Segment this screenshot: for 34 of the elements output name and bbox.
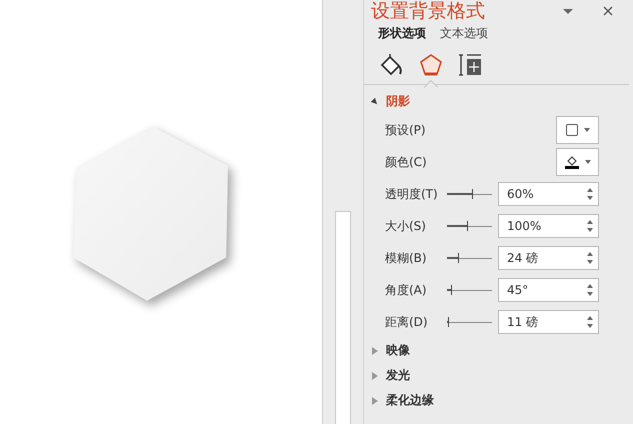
spin-field[interactable]: 60%: [498, 182, 599, 206]
spin-arrows-icon[interactable]: [586, 250, 594, 266]
field-label: 预设(P): [385, 122, 427, 138]
close-icon[interactable]: [603, 6, 613, 16]
panel-title: 设置背景格式: [371, 0, 486, 22]
field-label: 大小(S): [385, 218, 427, 234]
option-tab[interactable]: 形状选项: [378, 25, 426, 42]
spin-arrows-icon[interactable]: [586, 314, 594, 330]
spin-field[interactable]: 45°: [498, 278, 599, 302]
paint-bucket-icon[interactable]: [378, 52, 404, 78]
expand-arrow-icon[interactable]: [370, 97, 380, 106]
spin-field[interactable]: 24 磅: [498, 246, 599, 270]
caret-icon[interactable]: [563, 8, 573, 14]
spin-arrows-icon[interactable]: [586, 282, 594, 298]
color-dropdown[interactable]: [556, 148, 599, 176]
spin-arrows-icon[interactable]: [586, 186, 594, 202]
pentagon-icon[interactable]: [418, 52, 444, 78]
section-title[interactable]: 阴影: [386, 93, 410, 110]
size-position-icon[interactable]: [458, 52, 484, 78]
section-title[interactable]: 柔化边缘: [386, 392, 434, 409]
field-label: 模糊(B): [385, 250, 428, 266]
field-label: 角度(A): [385, 282, 428, 298]
paint-bucket-icon: [566, 156, 578, 166]
option-tab[interactable]: 文本选项: [440, 25, 488, 42]
spin-field[interactable]: 100%: [498, 214, 599, 238]
scrollbar[interactable]: [322, 0, 363, 424]
section-title[interactable]: 发光: [386, 367, 410, 384]
section-title[interactable]: 映像: [386, 342, 410, 359]
field-label: 颜色(C): [385, 154, 428, 170]
spin-arrows-icon[interactable]: [586, 218, 594, 234]
preset-dropdown[interactable]: [556, 116, 599, 144]
field-label: 距离(D): [385, 314, 429, 330]
field-label: 透明度(T): [385, 186, 439, 202]
spin-field[interactable]: 11 磅: [498, 310, 599, 334]
